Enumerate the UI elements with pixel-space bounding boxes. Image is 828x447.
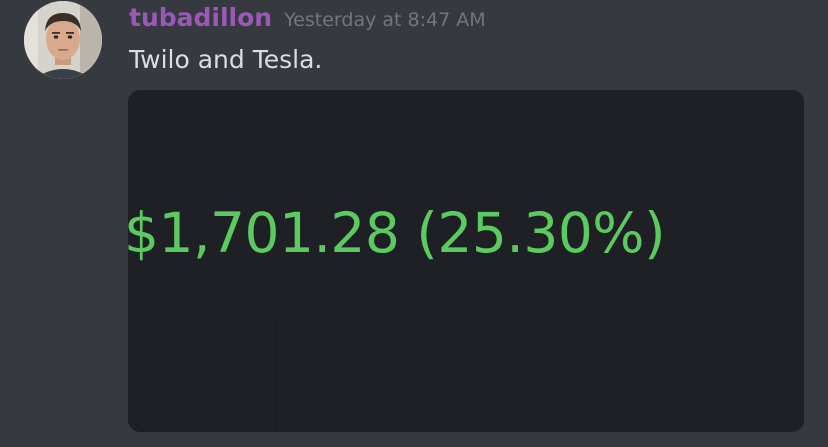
message-header: tubadillon Yesterday at 8:47 AM [129, 2, 486, 37]
image-attachment[interactable]: $1,701.28 (25.30%) [128, 90, 804, 432]
screenshot-seam [275, 320, 277, 432]
timestamp: Yesterday at 8:47 AM [284, 9, 486, 31]
message-text: Twilo and Tesla. [129, 45, 323, 74]
chat-message: tubadillon Yesterday at 8:47 AM Twilo and… [0, 0, 828, 447]
stock-gain-text: $1,701.28 (25.30%) [128, 201, 666, 265]
avatar[interactable] [24, 1, 102, 79]
avatar-photo [24, 1, 102, 79]
username[interactable]: tubadillon [129, 3, 272, 32]
